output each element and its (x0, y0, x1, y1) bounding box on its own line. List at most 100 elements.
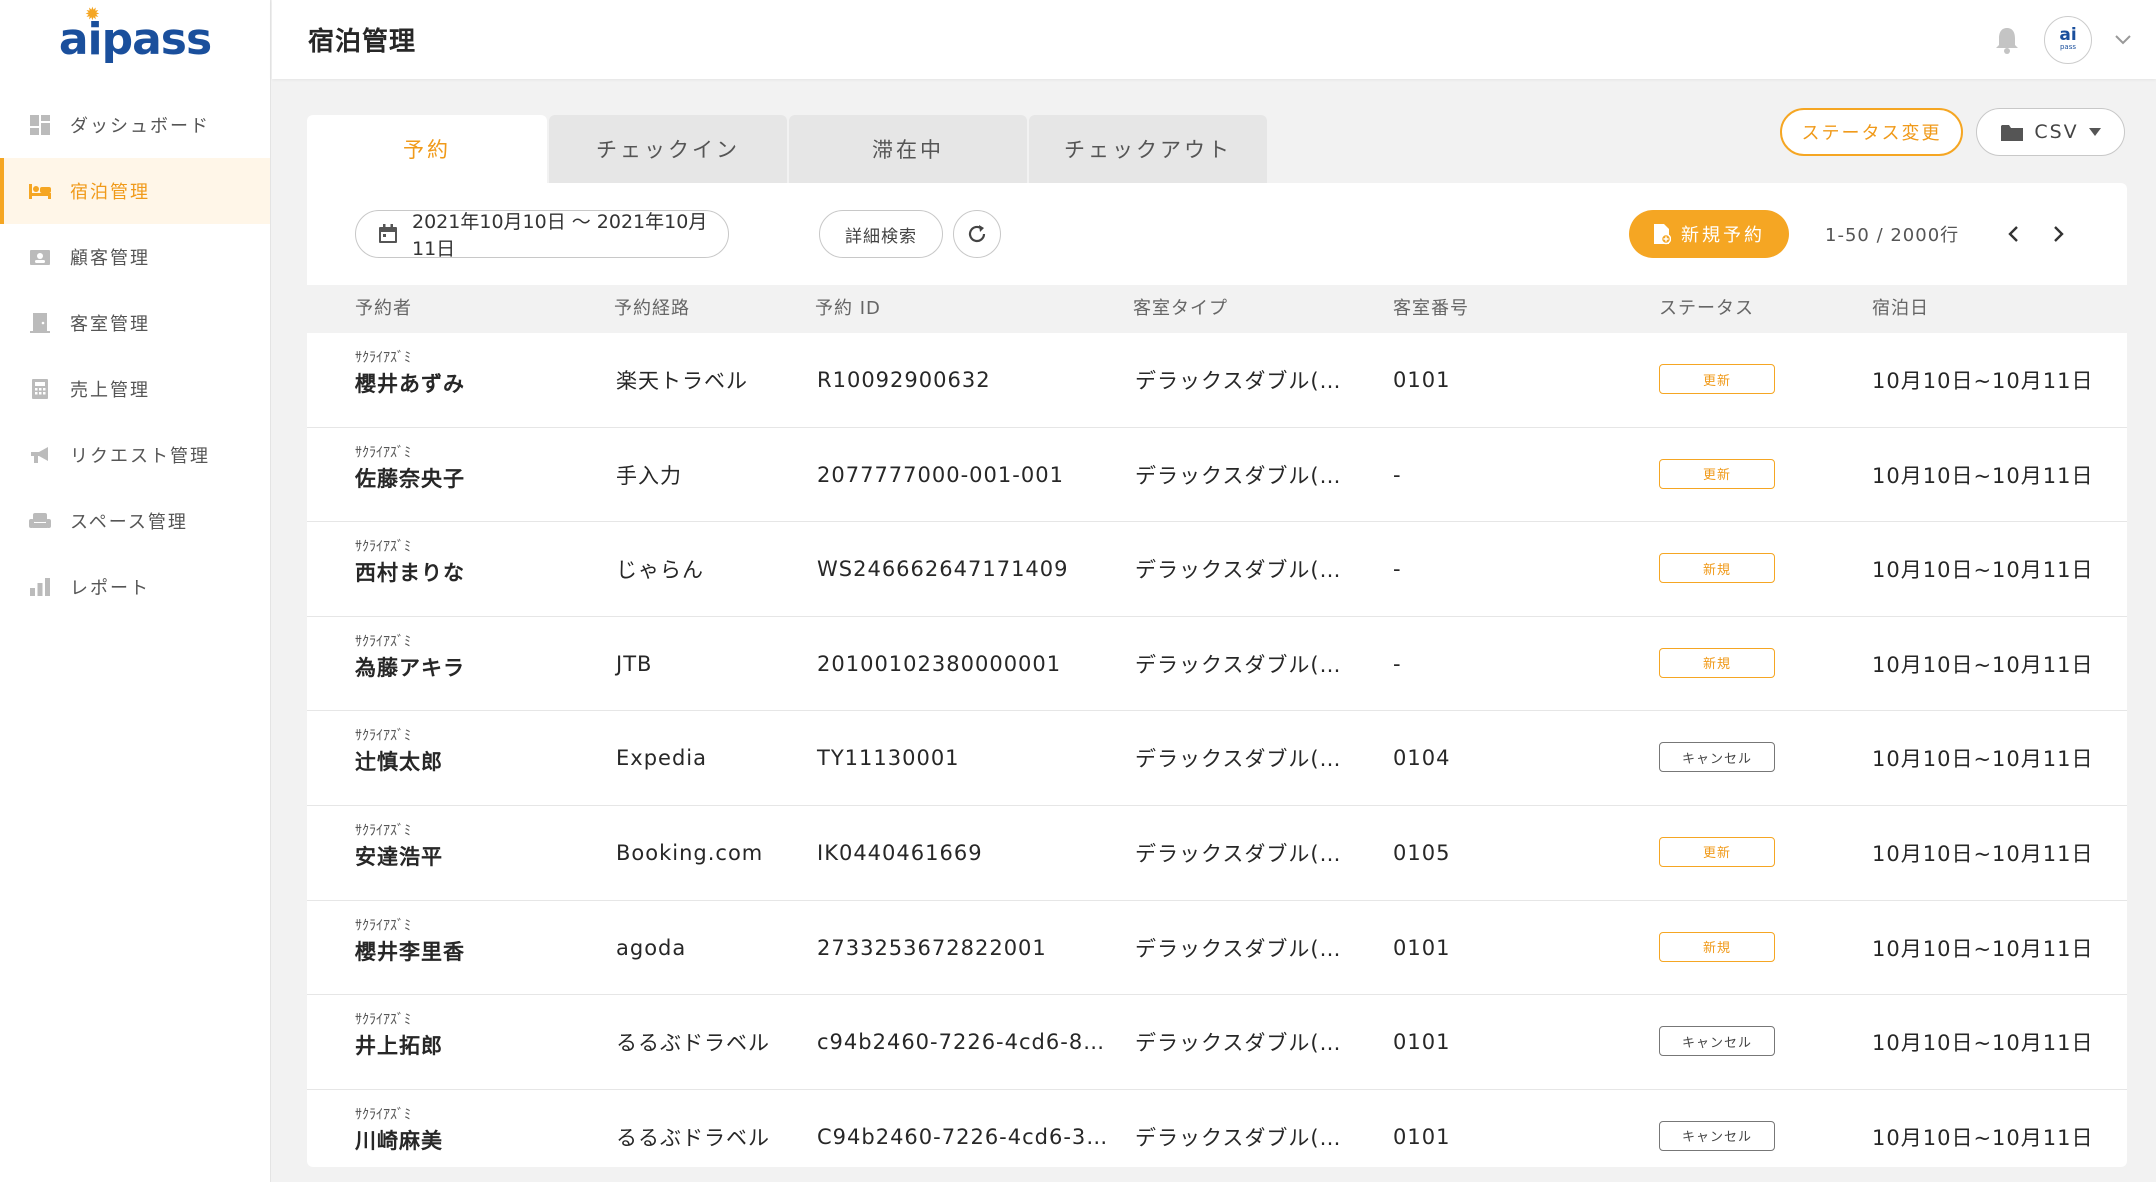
logo[interactable]: ✹ aipass (0, 0, 270, 78)
page-title: 宿泊管理 (308, 27, 417, 57)
room-number: 0101 (1393, 1030, 1451, 1055)
booking-route: agoda (616, 935, 687, 960)
chevron-right-icon[interactable] (2041, 216, 2077, 252)
column-header[interactable]: ステータス (1659, 285, 1754, 333)
chevron-left-icon[interactable] (1995, 216, 2031, 252)
room-type: デラックスダブル(… (1135, 1125, 1342, 1150)
header-actions: ai pass (1992, 0, 2132, 79)
guest-name-cell: ｻｸﾗｲｱｽﾞﾐ 西村まりな (355, 538, 465, 590)
status-badge: 更新 (1659, 836, 1775, 867)
guest-name: 川崎麻美 (355, 1128, 443, 1153)
csv-button[interactable]: CSV (1976, 108, 2125, 156)
guest-kana: ｻｸﾗｲｱｽﾞﾐ (355, 539, 411, 556)
guest-name-cell: ｻｸﾗｲｱｽﾞﾐ 川崎麻美 (355, 1106, 443, 1158)
guest-name-cell: ｻｸﾗｲｱｽﾞﾐ 井上拓郎 (355, 1011, 443, 1063)
column-header[interactable]: 客室番号 (1393, 285, 1469, 333)
guest-name: 為藤アキラ (355, 655, 465, 680)
bell-icon[interactable] (1992, 25, 2022, 55)
column-header[interactable]: 予約 ID (815, 285, 881, 333)
table-row[interactable]: ｻｸﾗｲｱｽﾞﾐ 安達浩平 Booking.com IK0440461669 デラックス… (307, 806, 2127, 901)
booking-route: Booking.com (616, 840, 764, 865)
sidebar-item-accommodation[interactable]: 宿泊管理 (0, 158, 270, 224)
sun-icon: ✹ (84, 3, 100, 25)
sidebar-item-customers[interactable]: 顧客管理 (0, 224, 270, 290)
guest-name-cell: ｻｸﾗｲｱｽﾞﾐ 櫻井あずみ (355, 349, 465, 401)
guest-kana: ｻｸﾗｲｱｽﾞﾐ (355, 633, 411, 650)
contact-card-icon (28, 246, 52, 268)
column-header[interactable]: 宿泊日 (1872, 285, 1929, 333)
table-row[interactable]: ｻｸﾗｲｱｽﾞﾐ 為藤アキラ JTB 20100102380000001 デラックスダブ… (307, 617, 2127, 712)
app-root: ✹ aipass ダッシュボード 宿泊管理 顧客管理 客室管理 売上管理 リクエ… (0, 0, 2156, 1182)
folder-icon (2000, 123, 2024, 142)
tab-reservation[interactable]: 予約 (307, 115, 547, 183)
pagination-info: 1-50 / 2000行 (1825, 225, 1960, 246)
reservation-id: WS246662647171409 (817, 557, 1069, 582)
guest-name-cell: ｻｸﾗｲｱｽﾞﾐ 安達浩平 (355, 822, 443, 874)
refresh-icon (966, 223, 988, 245)
booking-route: 手入力 (616, 463, 682, 488)
table-row[interactable]: ｻｸﾗｲｱｽﾞﾐ 西村まりな じゃらん WS246662647171409 デラックスダ… (307, 522, 2127, 617)
table-row[interactable]: ｻｸﾗｲｱｽﾞﾐ 井上拓郎 るるぶドラベル c94b2460-7226-4cd6-8…… (307, 995, 2127, 1090)
sidebar-item-requests[interactable]: リクエスト管理 (0, 422, 270, 488)
megaphone-icon (28, 444, 52, 466)
tab-checkout[interactable]: チェックアウト (1029, 115, 1267, 183)
status-badge: 新規 (1659, 931, 1775, 962)
column-header[interactable]: 予約経路 (614, 285, 690, 333)
stay-dates: 10月10日~10月11日 (1872, 463, 2094, 488)
chevron-down-icon[interactable] (2114, 34, 2132, 46)
sidebar-item-label: 客室管理 (70, 314, 150, 335)
table-row[interactable]: ｻｸﾗｲｱｽﾞﾐ 櫻井あずみ 楽天トラベル R10092900632 デラックスダブル(… (307, 333, 2127, 428)
sidebar-item-label: 宿泊管理 (70, 182, 150, 203)
tab-staying[interactable]: 滞在中 (789, 115, 1027, 183)
reservation-panel: 2021年10月10日 ～ 2021年10月11日 詳細検索 新規予約 1-50… (307, 183, 2127, 1167)
booking-route: るるぶドラベル (616, 1031, 770, 1056)
table-row[interactable]: ｻｸﾗｲｱｽﾞﾐ 櫻井李里香 agoda 2733253672822001 デラックスダ… (307, 901, 2127, 996)
sidebar-item-label: レポート (70, 578, 150, 599)
room-type: デラックスダブル(… (1135, 841, 1342, 866)
status-tabs: 予約 チェックイン 滞在中 チェックアウト (307, 115, 1267, 183)
guest-name: 櫻井あずみ (355, 372, 465, 396)
avatar[interactable]: ai pass (2044, 15, 2092, 64)
room-number: - (1393, 557, 1402, 582)
stay-dates: 10月10日~10月11日 (1872, 652, 2094, 677)
guest-name: 辻慎太郎 (355, 750, 443, 775)
table-row[interactable]: ｻｸﾗｲｱｽﾞﾐ 辻慎太郎 Expedia TY11130001 デラックスダブル(… 0… (307, 711, 2127, 806)
sidebar-item-dashboard[interactable]: ダッシュボード (0, 92, 270, 158)
logo-text: ✹ aipass (58, 3, 212, 65)
status-badge: 更新 (1659, 364, 1775, 394)
booking-route: 楽天トラベル (616, 369, 748, 393)
sidebar-item-sales[interactable]: 売上管理 (0, 356, 270, 422)
room-number: 0105 (1393, 840, 1451, 865)
table-row[interactable]: ｻｸﾗｲｱｽﾞﾐ 川崎麻美 るるぶドラベル C94b2460-7226-4cd6-3…… (307, 1090, 2127, 1167)
new-reservation-button[interactable]: 新規予約 (1629, 210, 1789, 258)
status-change-button[interactable]: ステータス変更 (1780, 108, 1963, 156)
status-badge: キャンセル (1659, 1120, 1775, 1151)
guest-name: 井上拓郎 (355, 1034, 443, 1059)
status-badge: キャンセル (1659, 742, 1775, 773)
guest-name: 櫻井李里香 (355, 939, 465, 964)
room-type: デラックスダブル(… (1135, 463, 1342, 488)
bed-icon (28, 180, 52, 202)
stay-dates: 10月10日~10月11日 (1872, 558, 2094, 583)
column-header[interactable]: 客室タイプ (1133, 285, 1228, 333)
guest-name-cell: ｻｸﾗｲｱｽﾞﾐ 為藤アキラ (355, 633, 465, 685)
table-body: ｻｸﾗｲｱｽﾞﾐ 櫻井あずみ 楽天トラベル R10092900632 デラックスダブル(… (307, 333, 2127, 1167)
table-row[interactable]: ｻｸﾗｲｱｽﾞﾐ 佐藤奈央子 手入力 2077777000-001-001 デラックスダ… (307, 428, 2127, 523)
armchair-icon (28, 510, 52, 532)
calculator-icon (28, 378, 52, 400)
refresh-button[interactable] (953, 210, 1001, 258)
guest-kana: ｻｸﾗｲｱｽﾞﾐ (355, 444, 411, 461)
detail-search-button[interactable]: 詳細検索 (819, 210, 943, 258)
tab-checkin[interactable]: チェックイン (549, 115, 787, 183)
room-type: デラックスダブル(… (1135, 652, 1342, 677)
room-type: デラックスダブル(… (1135, 747, 1342, 772)
booking-route: るるぶドラベル (616, 1125, 770, 1150)
column-header[interactable]: 予約者 (355, 285, 412, 333)
stay-dates: 10月10日~10月11日 (1872, 936, 2094, 961)
date-range-picker[interactable]: 2021年10月10日 ～ 2021年10月11日 (355, 210, 729, 260)
sidebar-item-spaces[interactable]: スペース管理 (0, 488, 270, 554)
sidebar-item-rooms[interactable]: 客室管理 (0, 290, 270, 356)
sidebar-item-reports[interactable]: レポート (0, 554, 270, 620)
new-document-icon (1653, 223, 1671, 245)
booking-route: じゃらん (616, 558, 704, 583)
